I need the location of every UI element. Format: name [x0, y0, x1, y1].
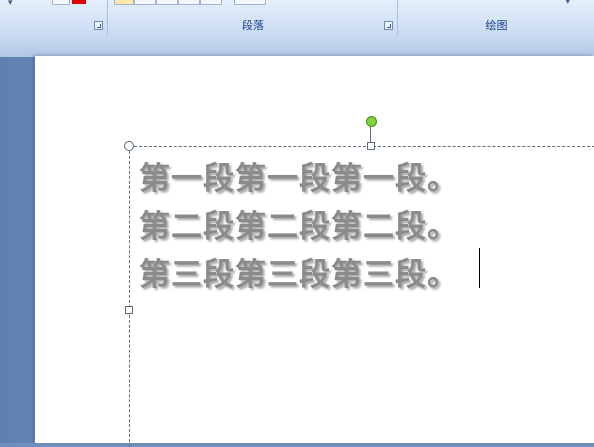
paragraph-line[interactable]: 第二段第二段第二段。 [139, 203, 459, 251]
chevron-down-icon[interactable]: ▾ [565, 0, 570, 7]
ribbon-group-paragraph: 段落 [109, 0, 398, 36]
rotation-handle[interactable] [366, 116, 377, 127]
font-button-row [52, 0, 70, 5]
resize-handle-left[interactable] [125, 306, 133, 314]
font-color-swatch[interactable] [72, 0, 86, 4]
resize-handle-top[interactable] [367, 142, 375, 150]
paragraph-line[interactable]: 第一段第一段第一段。 [139, 155, 459, 203]
paragraph-button-row [114, 0, 222, 5]
text-caret [479, 248, 480, 288]
drawing-group-label: 绘图 [485, 19, 508, 32]
distribute-button[interactable] [200, 0, 222, 5]
justify-button[interactable] [178, 0, 200, 5]
dropdown-arrow-icon[interactable]: ▾ [8, 0, 13, 8]
ribbon-group-drawing: ▾ 绘图 [399, 0, 594, 36]
paragraph-line[interactable]: 第三段第三段第三段。 [139, 251, 459, 299]
font-color-button[interactable] [52, 0, 70, 5]
paragraph-dialog-launcher-icon[interactable] [384, 21, 393, 30]
workspace-top-band [0, 37, 594, 57]
columns-button[interactable] [234, 0, 266, 5]
align-center-button[interactable] [134, 0, 156, 5]
paragraph-button-row-2 [234, 0, 266, 5]
font-dialog-launcher-icon[interactable] [94, 21, 103, 30]
ribbon-group-font: ▾ [0, 0, 108, 36]
ribbon: ▾ 段落 ▾ 绘图 [0, 0, 594, 38]
text-box-content[interactable]: 第一段第一段第一段。 第二段第二段第二段。 第三段第三段第三段。 [139, 155, 459, 299]
align-left-button[interactable] [114, 0, 134, 5]
paragraph-group-label: 段落 [242, 19, 264, 32]
rotation-connector [370, 126, 371, 142]
resize-handle-top-left[interactable] [124, 141, 134, 151]
align-right-button[interactable] [156, 0, 178, 5]
